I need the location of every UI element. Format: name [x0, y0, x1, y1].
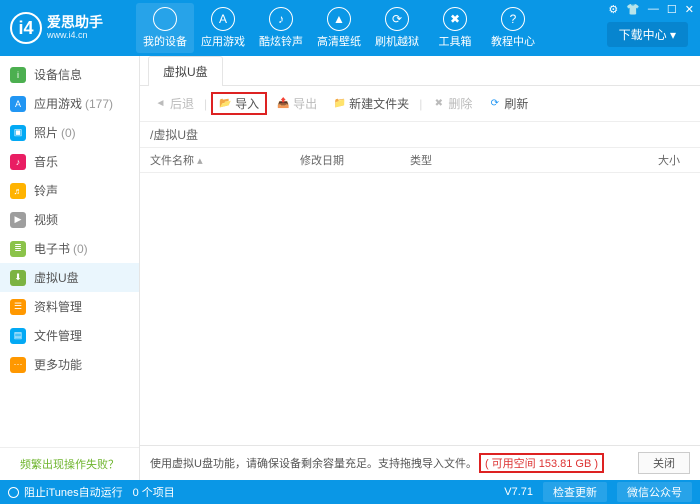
path-breadcrumb: /虚拟U盘: [140, 122, 700, 148]
back-button: ◄ 后退: [148, 93, 200, 114]
sidebar-item-7[interactable]: ⬇虚拟U盘: [0, 263, 139, 292]
topnav-icon: A: [211, 7, 235, 31]
download-center-button[interactable]: 下载中心 ▾: [607, 22, 688, 47]
free-space: ( 可用空间 153.81 GB ): [479, 453, 604, 473]
toolbar: ◄ 后退 | 📂 导入 📤 导出 📁 新建文件夹 | ✖ 删除 ⟳: [140, 86, 700, 122]
maximize-icon[interactable]: ☐: [667, 3, 677, 16]
sidebar-item-10[interactable]: ⋯更多功能: [0, 350, 139, 379]
sidebar-item-4[interactable]: ♬铃声: [0, 176, 139, 205]
import-button[interactable]: 📂 导入: [211, 92, 267, 115]
tab-bar: 虚拟U盘: [140, 56, 700, 86]
sidebar-icon: ▣: [10, 125, 26, 141]
app-header: i4 爱思助手 www.i4.cn 我的设备A应用游戏♪酷炫铃声▲高清壁纸⟳刷机…: [0, 0, 700, 56]
sidebar-icon: ☰: [10, 299, 26, 315]
sidebar-item-5[interactable]: ▶视频: [0, 205, 139, 234]
sidebar-help-link[interactable]: 频繁出现操作失败？: [0, 447, 139, 480]
close-icon[interactable]: ✕: [685, 3, 694, 16]
import-icon: 📂: [219, 97, 232, 110]
topnav-item-3[interactable]: ▲高清壁纸: [310, 3, 368, 53]
topnav-item-2[interactable]: ♪酷炫铃声: [252, 3, 310, 53]
sidebar-icon: ⋯: [10, 357, 26, 373]
close-button[interactable]: 关闭: [638, 452, 690, 474]
topnav-item-5[interactable]: ✖工具箱: [426, 3, 484, 53]
sidebar-icon: ♪: [10, 154, 26, 170]
status-bar: 阻止iTunes自动运行 0 个项目 V7.71 检查更新 微信公众号: [0, 480, 700, 504]
col-name[interactable]: 文件名称 ▴: [150, 152, 300, 168]
new-folder-button[interactable]: 📁 新建文件夹: [327, 93, 415, 114]
check-update-button[interactable]: 检查更新: [543, 482, 607, 502]
logo: i4 爱思助手 www.i4.cn: [6, 12, 136, 44]
sidebar-icon: ▶: [10, 212, 26, 228]
topnav-icon: ✖: [443, 7, 467, 31]
col-type[interactable]: 类型: [410, 152, 640, 168]
topnav-item-4[interactable]: ⟳刷机越狱: [368, 3, 426, 53]
sidebar-icon: ⬇: [10, 270, 26, 286]
sidebar-item-8[interactable]: ☰资料管理: [0, 292, 139, 321]
back-icon: ◄: [154, 97, 167, 110]
topnav-item-0[interactable]: 我的设备: [136, 3, 194, 53]
main-pane: 虚拟U盘 ◄ 后退 | 📂 导入 📤 导出 📁 新建文件夹 | ✖: [140, 56, 700, 480]
sidebar-item-0[interactable]: i设备信息: [0, 60, 139, 89]
sidebar-item-9[interactable]: ▤文件管理: [0, 321, 139, 350]
new-folder-icon: 📁: [333, 97, 346, 110]
version-label: V7.71: [504, 486, 533, 498]
sidebar-icon: ♬: [10, 183, 26, 199]
sidebar-icon: ≣: [10, 241, 26, 257]
wechat-button[interactable]: 微信公众号: [617, 482, 692, 502]
topnav-icon: [153, 7, 177, 31]
topnav-icon: ▲: [327, 7, 351, 31]
block-itunes-toggle[interactable]: 阻止iTunes自动运行: [8, 484, 123, 500]
refresh-icon: ⟳: [488, 97, 501, 110]
topnav-icon: ?: [501, 7, 525, 31]
sidebar-icon: i: [10, 67, 26, 83]
col-size[interactable]: 大小: [640, 152, 690, 168]
sidebar-item-6[interactable]: ≣电子书(0): [0, 234, 139, 263]
logo-icon: i4: [10, 12, 42, 44]
tab-virtual-udisk[interactable]: 虚拟U盘: [148, 56, 223, 86]
item-count: 0 个项目: [133, 484, 175, 500]
bottom-bar: 使用虚拟U盘功能，请确保设备剩余容量充足。支持拖拽导入文件。 ( 可用空间 15…: [140, 445, 700, 480]
col-date[interactable]: 修改日期: [300, 152, 410, 168]
sidebar-item-3[interactable]: ♪音乐: [0, 147, 139, 176]
delete-icon: ✖: [432, 97, 445, 110]
settings-icon[interactable]: ⚙: [608, 3, 618, 16]
sidebar-item-2[interactable]: ▣照片(0): [0, 118, 139, 147]
export-button: 📤 导出: [271, 93, 323, 114]
sidebar-icon: A: [10, 96, 26, 112]
topnav-icon: ⟳: [385, 7, 409, 31]
topnav-item-6[interactable]: ?教程中心: [484, 3, 542, 53]
refresh-button[interactable]: ⟳ 刷新: [482, 93, 534, 114]
sidebar-item-1[interactable]: A应用游戏(177): [0, 89, 139, 118]
topnav-icon: ♪: [269, 7, 293, 31]
top-nav: 我的设备A应用游戏♪酷炫铃声▲高清壁纸⟳刷机越狱✖工具箱?教程中心: [136, 3, 542, 53]
app-name: 爱思助手: [47, 15, 103, 30]
skin-icon[interactable]: 👕: [626, 3, 640, 16]
sidebar: i设备信息A应用游戏(177)▣照片(0)♪音乐♬铃声▶视频≣电子书(0)⬇虚拟…: [0, 56, 140, 480]
topnav-item-1[interactable]: A应用游戏: [194, 3, 252, 53]
app-site: www.i4.cn: [47, 31, 103, 41]
column-headers: 文件名称 ▴ 修改日期 类型 大小: [140, 148, 700, 173]
hint-text: 使用虚拟U盘功能，请确保设备剩余容量充足。支持拖拽导入文件。: [150, 455, 477, 471]
delete-button: ✖ 删除: [426, 93, 478, 114]
export-icon: 📤: [277, 97, 290, 110]
window-controls: ⚙ 👕 — ☐ ✕: [608, 3, 694, 16]
sidebar-icon: ▤: [10, 328, 26, 344]
toggle-icon: [8, 487, 19, 498]
minimize-icon[interactable]: —: [648, 3, 659, 16]
file-list: [140, 173, 700, 445]
